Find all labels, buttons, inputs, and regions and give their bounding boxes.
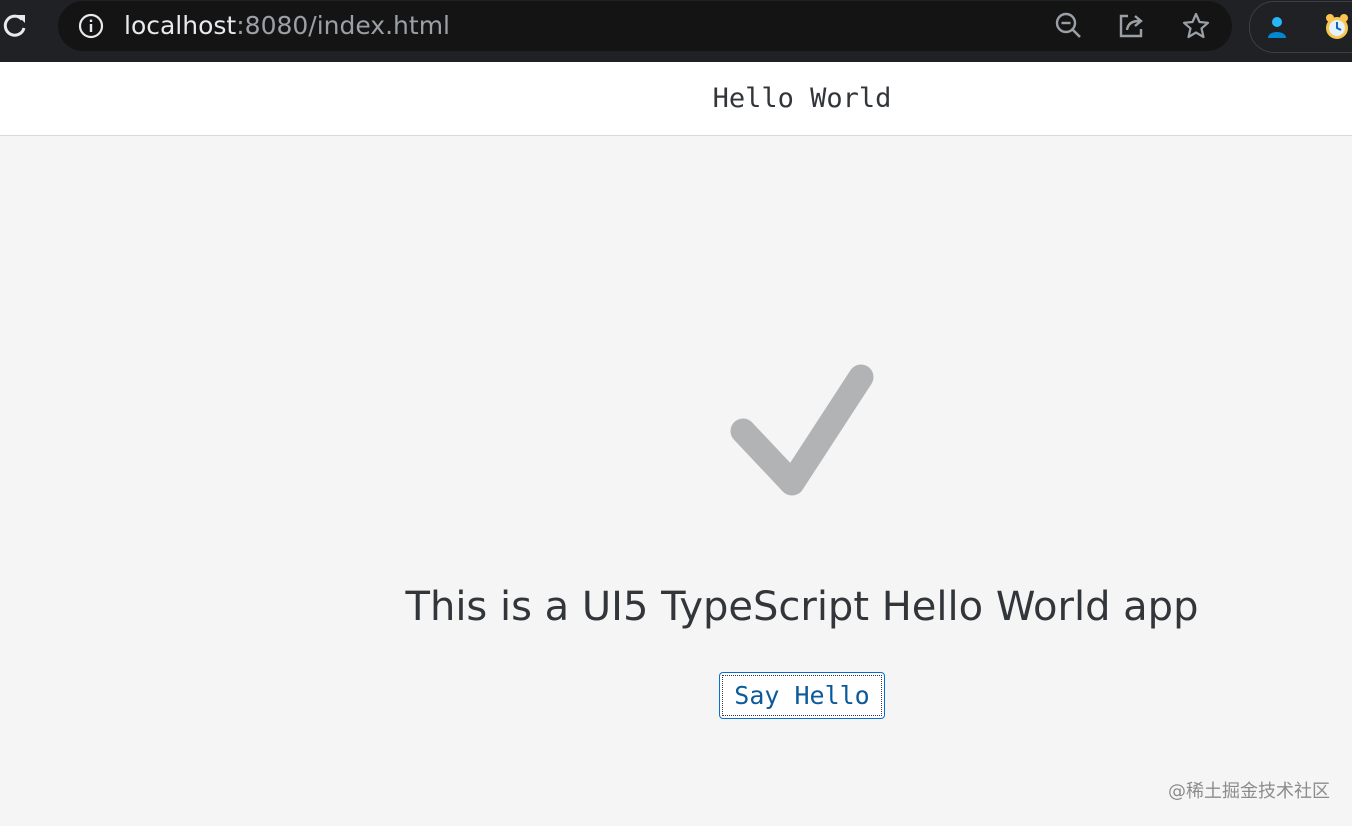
reload-icon[interactable]	[0, 10, 30, 42]
profile-extension-icon[interactable]	[1262, 12, 1292, 42]
say-hello-button[interactable]: Say Hello	[719, 672, 885, 719]
share-icon[interactable]	[1116, 11, 1146, 41]
address-bar[interactable]: localhost:8080/index.html	[58, 1, 1232, 51]
app-content: This is a UI5 TypeScript Hello World app…	[0, 136, 1352, 826]
checkmark-icon	[726, 360, 878, 506]
intro-text: This is a UI5 TypeScript Hello World app	[405, 584, 1199, 630]
browser-toolbar: localhost:8080/index.html	[0, 0, 1352, 62]
alarm-clock-extension-icon[interactable]	[1322, 12, 1352, 42]
url-path: :8080/index.html	[236, 11, 450, 40]
info-icon[interactable]	[78, 13, 104, 39]
app-header: Hello World	[0, 62, 1352, 136]
url-host: localhost	[124, 11, 237, 40]
star-icon[interactable]	[1181, 11, 1211, 41]
zoom-out-icon[interactable]	[1054, 11, 1084, 41]
page-title: Hello World	[712, 83, 892, 114]
watermark: @稀土掘金技术社区	[1168, 781, 1330, 802]
url-text[interactable]: localhost:8080/index.html	[124, 11, 450, 41]
say-hello-label: Say Hello	[722, 675, 882, 716]
extensions-area	[1249, 1, 1352, 53]
